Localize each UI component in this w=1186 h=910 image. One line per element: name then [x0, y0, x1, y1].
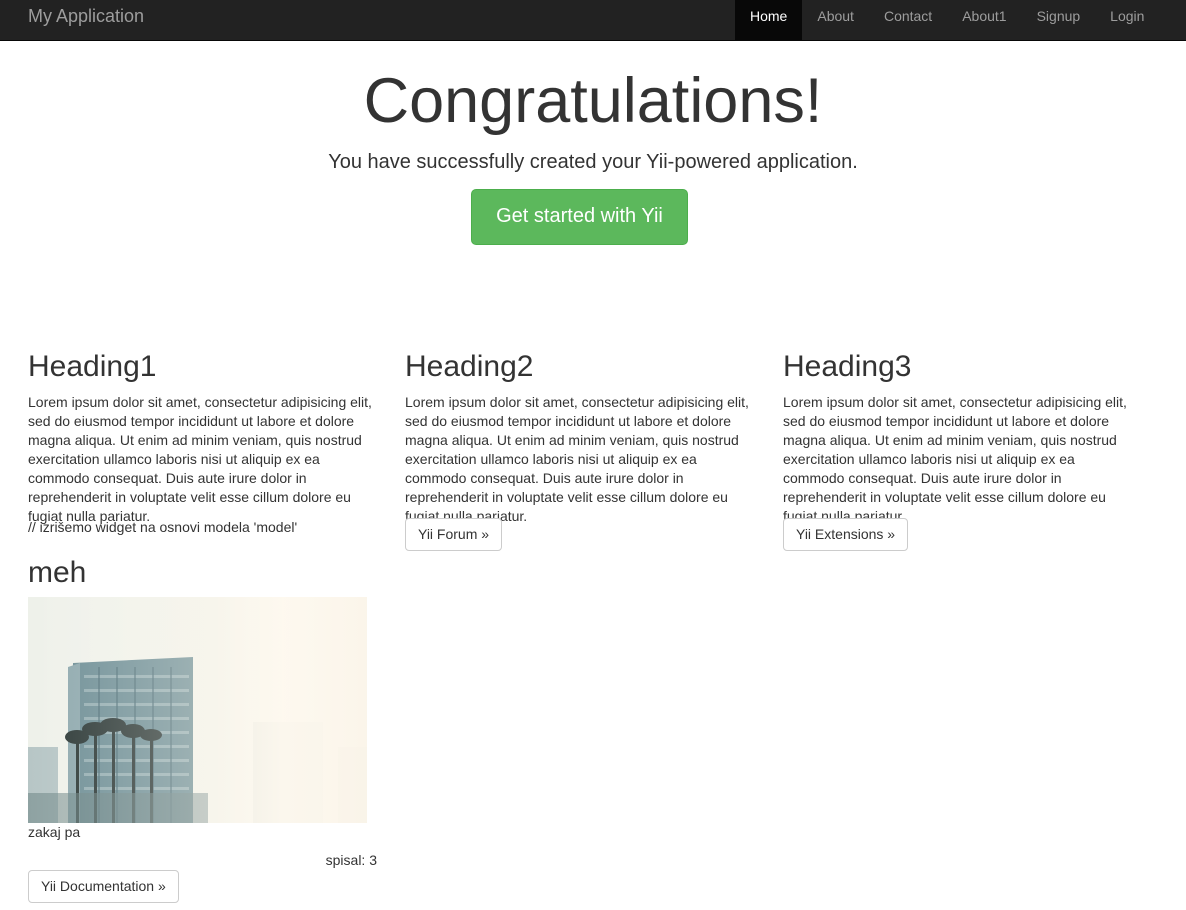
nav-item-login[interactable]: Login	[1095, 0, 1159, 40]
column-body: Lorem ipsum dolor sit amet, consectetur …	[28, 394, 372, 524]
column-body: Lorem ipsum dolor sit amet, consectetur …	[783, 394, 1127, 524]
brand-link[interactable]: My Application	[28, 6, 144, 26]
jumbotron: Congratulations! You have successfully c…	[0, 41, 1186, 245]
photo-caption: zakaj pa	[28, 824, 81, 840]
nav-item-contact[interactable]: Contact	[869, 0, 947, 40]
nav-item-about1[interactable]: About1	[947, 0, 1021, 40]
column-heading: Heading3	[783, 350, 912, 383]
author-label: spisal: 3	[325, 852, 377, 868]
column-heading: Heading2	[405, 350, 534, 383]
top-navbar: My Application Home About Contact About1…	[0, 0, 1186, 41]
nav-item-about[interactable]: About	[802, 0, 869, 40]
get-started-button[interactable]: Get started with Yii	[471, 189, 688, 245]
yii-forum-button[interactable]: Yii Forum »	[405, 518, 503, 551]
column-2: Heading2 Lorem ipsum dolor sit amet, con…	[405, 350, 755, 526]
nav-item-signup[interactable]: Signup	[1022, 0, 1096, 40]
jumbotron-lead: You have successfully created your Yii-p…	[328, 151, 858, 174]
column-1: Heading1 Lorem ipsum dolor sit amet, con…	[28, 350, 378, 526]
column-heading: Heading1	[28, 350, 157, 383]
jumbotron-title: Congratulations!	[363, 66, 823, 136]
nav-item-home[interactable]: Home	[735, 0, 803, 40]
nav-menu: Home About Contact About1 Signup Login	[735, 0, 1159, 40]
widget-title: meh	[28, 556, 87, 589]
yii-documentation-button[interactable]: Yii Documentation »	[28, 870, 179, 903]
column-3: Heading3 Lorem ipsum dolor sit amet, con…	[783, 350, 1133, 526]
widget-comment: // izrišemo widget na osnovi modela 'mod…	[28, 519, 298, 535]
building-photo	[28, 597, 367, 823]
column-body: Lorem ipsum dolor sit amet, consectetur …	[405, 394, 749, 524]
yii-extensions-button[interactable]: Yii Extensions »	[783, 518, 909, 551]
